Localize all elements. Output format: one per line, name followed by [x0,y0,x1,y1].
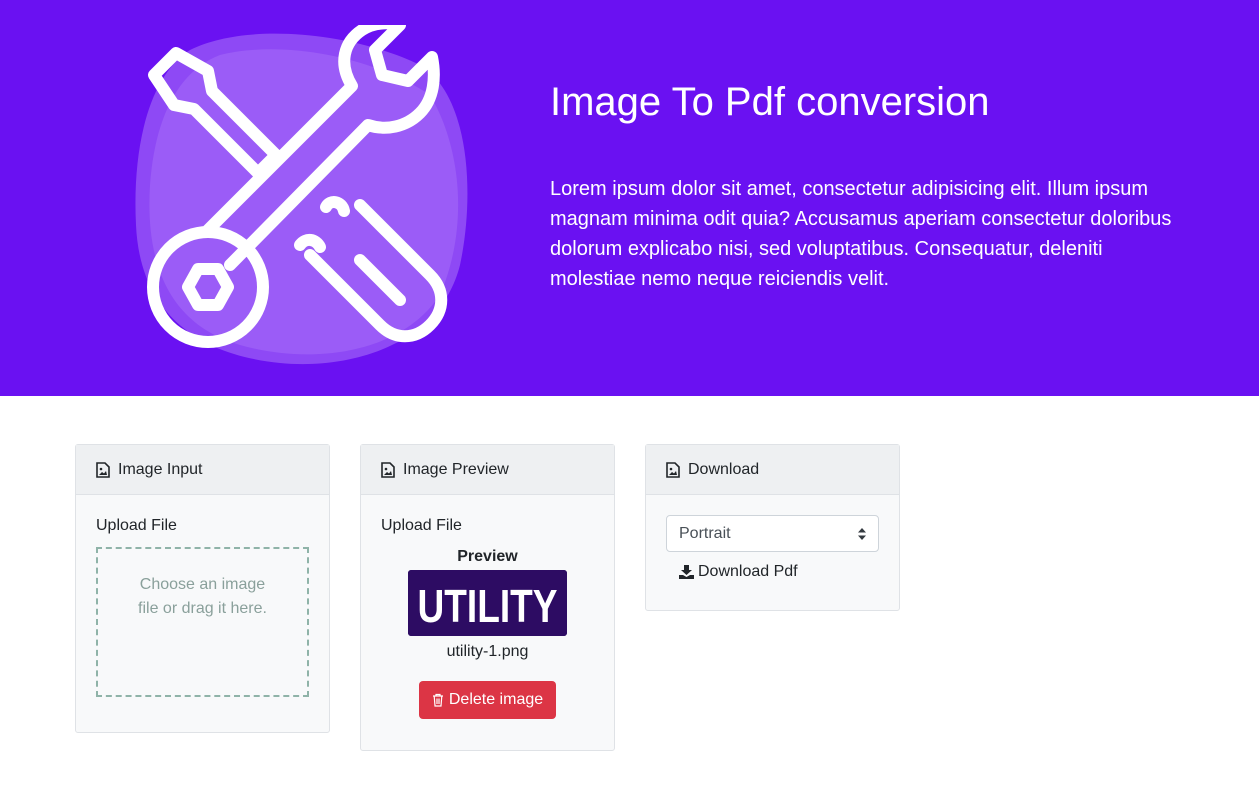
image-input-card: Image Input Upload File Choose an image … [75,444,330,733]
upload-label: Upload File [96,517,177,534]
delete-label: Delete image [448,691,544,708]
card-header: Image Preview [361,445,614,495]
file-name: utility-1.png [446,643,529,660]
dropzone-text: Choose an image file or drag it here. [138,576,267,617]
hero-banner: Image To Pdf conversion Lorem ipsum dolo… [0,0,1259,396]
download-icon [679,565,694,579]
download-label: Download Pdf [698,563,798,580]
image-preview-card: Image Preview Upload File Preview UTILIT… [360,444,615,751]
card-title: Image Input [118,460,203,478]
file-dropzone[interactable]: Choose an image file or drag it here. [96,547,309,697]
thumbnail-logo-text: UTILITY [418,580,558,632]
hero-description: Lorem ipsum dolor sit amet, consectetur … [550,178,1172,290]
preview-heading: Preview [457,548,518,565]
sort-arrows-icon [858,527,866,540]
upload-label: Upload File [381,517,462,534]
download-pdf-button[interactable]: Download Pdf [666,562,879,582]
card-header: Download [646,445,899,495]
card-header: Image Input [76,445,329,495]
image-file-icon [381,461,395,478]
orientation-value: Portrait [679,524,731,542]
image-file-icon [96,461,110,478]
page-title: Image To Pdf conversion [550,80,990,124]
tools-icon [135,25,468,365]
card-title: Download [688,460,760,478]
card-title: Image Preview [403,460,509,478]
delete-image-button[interactable]: Delete image [418,681,557,719]
trash-icon [432,693,443,707]
orientation-select[interactable]: Portrait [666,515,879,552]
download-card: Download Portrait Download Pdf [645,444,900,611]
image-thumbnail: UTILITY [408,570,567,636]
image-file-icon [666,461,680,478]
